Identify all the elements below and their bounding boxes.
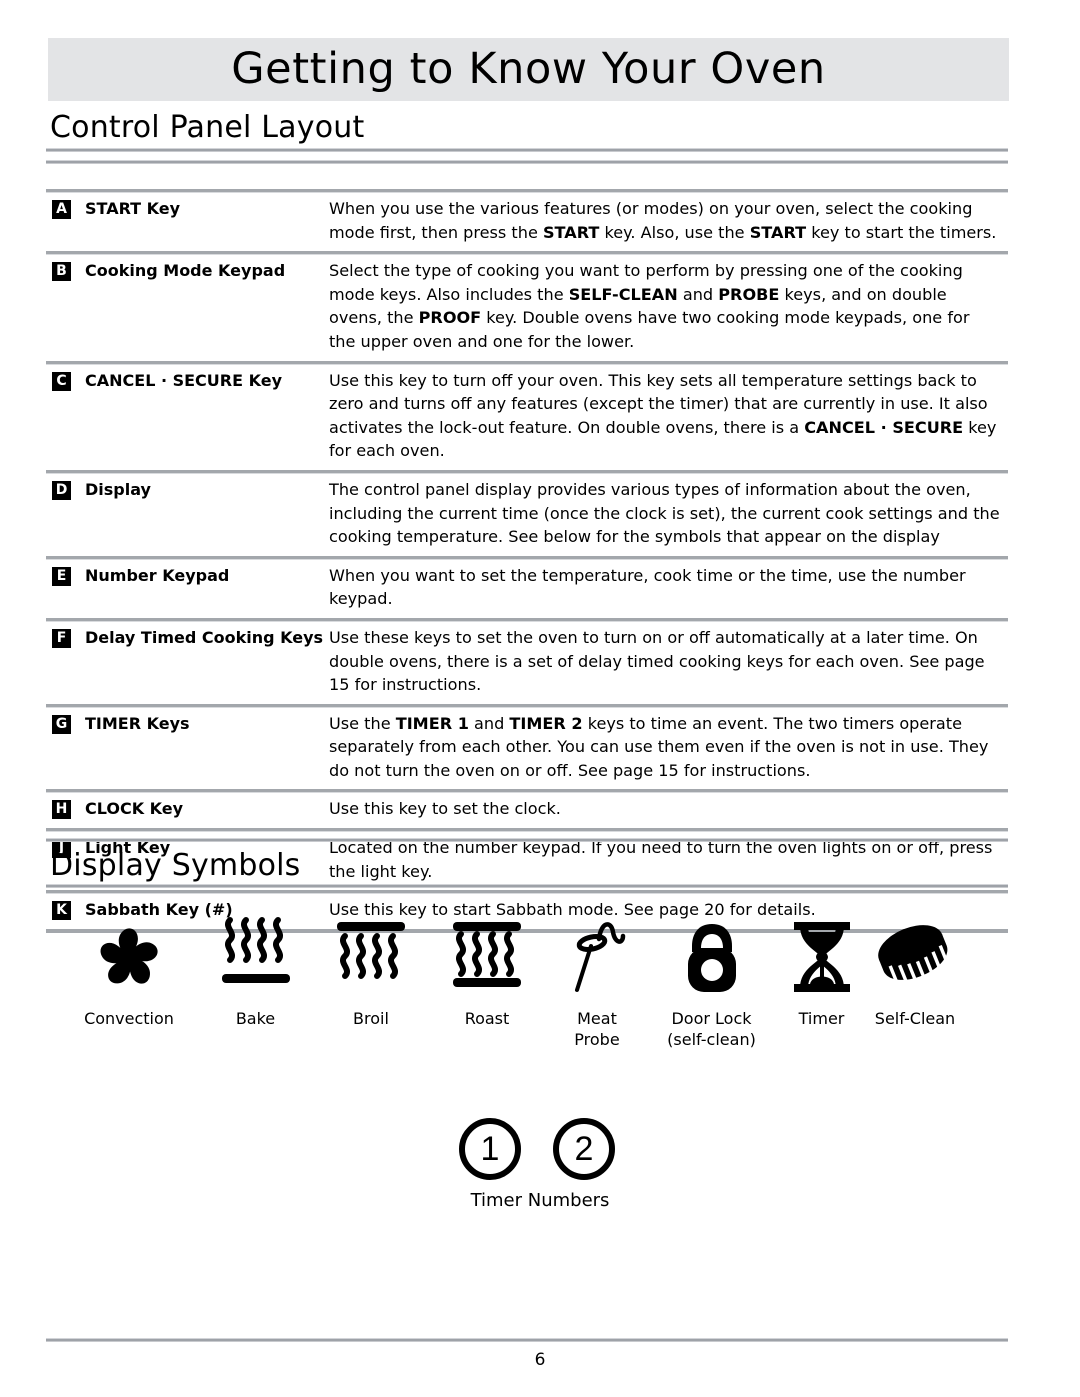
key-name-label: Display xyxy=(85,479,151,499)
control-panel-key-table: A START Key When you use the various featu… xyxy=(46,189,1008,933)
key-description-cell: Use this key to set the clock. xyxy=(329,799,561,819)
table-row: H CLOCK Key Use this key to set the clock. xyxy=(46,789,1008,828)
divider-below-display-symbols xyxy=(46,884,1008,888)
symbol-legend-item: Broil xyxy=(313,912,429,1029)
key-name-label: TIMER Keys xyxy=(85,713,190,733)
key-letter-badge: A xyxy=(52,200,71,219)
key-letter-badge: C xyxy=(52,371,71,391)
key-name-cell: E Number Keypad xyxy=(46,564,329,587)
key-name-cell: G TIMER Keys xyxy=(46,712,329,735)
timer-number-circle: 1 xyxy=(459,1118,521,1180)
key-letter-badge: G xyxy=(52,714,71,734)
symbol-legend-item: Roast xyxy=(429,912,545,1029)
bake-element-icon xyxy=(210,912,302,1000)
key-name-cell: B Cooking Mode Keypad xyxy=(46,259,329,282)
table-row: D Display The control panel display provid… xyxy=(46,469,1008,556)
key-name-label: Cooking Mode Keypad xyxy=(85,261,286,281)
table-row: C CANCEL · SECURE Key Use this key to turn… xyxy=(46,360,1008,470)
symbol-label: Roast xyxy=(464,1009,510,1028)
key-description-cell: Use the TIMER 1 and TIMER 2 keys to time… xyxy=(329,713,989,780)
display-symbol-legend: Convection Bake Broil Roast Meat Probe D… xyxy=(60,912,1010,1050)
key-name-cell: F Delay Timed Cooking Keys xyxy=(46,626,329,649)
roast-element-icon xyxy=(441,912,533,1000)
key-name-label: Number Keypad xyxy=(85,565,230,585)
hourglass-timer-icon xyxy=(776,912,868,1000)
section-heading-control-panel-layout: Control Panel Layout xyxy=(50,110,365,145)
key-name-cell: C CANCEL · SECURE Key xyxy=(46,369,329,392)
symbol-legend-item: Door Lock (self-clean) xyxy=(649,912,774,1050)
key-description-cell: The control panel display provides vario… xyxy=(329,479,1000,547)
symbol-label: Convection xyxy=(84,1009,174,1028)
symbol-label: Self-Clean xyxy=(874,1009,956,1028)
symbol-legend-item: Meat Probe xyxy=(545,912,649,1050)
symbol-legend-item: Convection xyxy=(60,912,198,1029)
key-description-cell: When you use the various features (or mo… xyxy=(329,199,997,242)
divider-below-control-panel-layout xyxy=(46,160,1008,164)
timer-numbers-caption: Timer Numbers xyxy=(470,1190,610,1211)
self-clean-brush-icon xyxy=(869,912,961,1000)
table-row: E Number Keypad When you want to set the t… xyxy=(46,555,1008,618)
table-row: A START Key When you use the various featu… xyxy=(46,189,1008,251)
key-name-label: CANCEL · SECURE Key xyxy=(85,370,283,390)
key-name-cell: A START Key xyxy=(46,197,329,220)
key-description-cell: Located on the number keypad. If you nee… xyxy=(329,838,993,881)
symbol-legend-item: Self-Clean xyxy=(869,912,961,1029)
broil-element-icon xyxy=(325,912,417,1000)
key-description-cell: Use this key to turn off your oven. This… xyxy=(329,370,997,461)
masthead-band: Getting to Know Your Oven xyxy=(48,38,1009,101)
section-heading-display-symbols: Display Symbols xyxy=(50,848,301,883)
key-letter-badge: E xyxy=(52,566,71,586)
page-number: 6 xyxy=(534,1350,546,1370)
table-row: G TIMER Keys Use the TIMER 1 and TIMER 2 k… xyxy=(46,703,1008,790)
symbol-label: Broil xyxy=(353,1009,389,1028)
symbol-legend-item: Bake xyxy=(198,912,313,1029)
key-name-label: START Key xyxy=(85,199,181,218)
key-letter-badge: D xyxy=(52,480,71,500)
symbol-label: Door Lock (self-clean) xyxy=(667,1009,756,1049)
key-name-label: CLOCK Key xyxy=(85,799,184,819)
key-name-label: Delay Timed Cooking Keys xyxy=(85,627,324,647)
divider-above-control-panel-layout xyxy=(46,148,1008,152)
convection-fan-icon xyxy=(83,912,175,1000)
footer-divider xyxy=(46,1338,1008,1342)
divider-above-display-symbols xyxy=(46,838,1008,842)
manual-page: Getting to Know Your Oven Control Panel … xyxy=(0,0,1080,1397)
key-description-cell: When you want to set the temperature, co… xyxy=(329,565,966,609)
timer-numbers-group: 12 Timer Numbers xyxy=(0,1118,1080,1211)
key-letter-badge: F xyxy=(52,628,71,648)
key-letter-badge: B xyxy=(52,262,71,282)
page-title: Getting to Know Your Oven xyxy=(231,43,826,94)
key-name-cell: D Display xyxy=(46,478,329,501)
meat-probe-icon xyxy=(551,912,643,1000)
timer-number-circles: 12 xyxy=(459,1118,615,1180)
table-row: F Delay Timed Cooking Keys Use these keys … xyxy=(46,617,1008,704)
key-description-cell: Use these keys to set the oven to turn o… xyxy=(329,627,985,695)
table-row: B Cooking Mode Keypad Select the type of c… xyxy=(46,251,1008,360)
door-lock-icon xyxy=(666,912,758,1000)
key-letter-badge: H xyxy=(52,800,71,820)
key-description-cell: Select the type of cooking you want to p… xyxy=(329,261,970,351)
key-name-cell: H CLOCK Key xyxy=(46,797,329,820)
timer-number-circle: 2 xyxy=(553,1118,615,1180)
symbol-label: Meat Probe xyxy=(574,1009,620,1049)
symbol-label: Timer xyxy=(798,1009,845,1028)
symbol-legend-item: Timer xyxy=(774,912,869,1029)
symbol-label: Bake xyxy=(235,1009,276,1028)
